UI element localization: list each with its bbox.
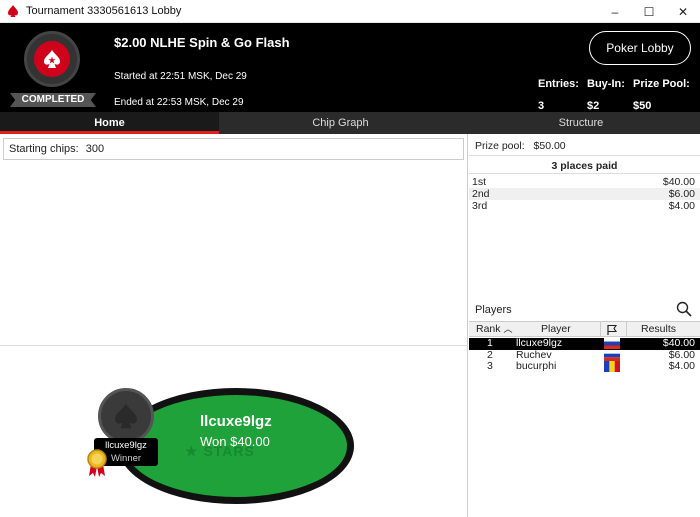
tournament-header: COMPLETED $2.00 NLHE Spin & Go Flash Sta… (0, 23, 700, 112)
rank-column-header[interactable]: Rank ︿ (476, 322, 512, 337)
russia-flag-icon (604, 349, 620, 361)
buyin-stat: Buy-In: $2 (587, 78, 625, 112)
players-label: Players (475, 304, 512, 316)
results-panel: Prize pool: $50.00 3 places paid 1st $40… (469, 134, 700, 517)
search-icon[interactable] (676, 301, 692, 317)
spade-star-icon (34, 41, 70, 77)
player-result: $40.00 (662, 337, 695, 349)
winner-name: llcuxe9lgz (200, 413, 272, 430)
prize-pool-label: Prize Pool: (633, 78, 690, 90)
places-paid: 3 places paid (469, 158, 700, 174)
payout-amount: $4.00 (668, 200, 695, 212)
close-button[interactable]: ✕ (666, 0, 700, 23)
poker-lobby-button[interactable]: Poker Lobby (589, 31, 691, 65)
romania-flag-icon (604, 361, 620, 372)
starting-chips-row: Starting chips: 300 (3, 138, 464, 160)
player-name: bucurphi (516, 360, 557, 372)
russia-flag-icon (604, 338, 620, 349)
player-name: llcuxe9lgz (516, 337, 563, 349)
status-badge: COMPLETED (10, 93, 96, 107)
flag-column-icon[interactable] (606, 324, 618, 336)
sort-ascending-icon: ︿ (503, 324, 513, 334)
payout-row: 1st $40.00 (469, 176, 700, 188)
tab-home[interactable]: Home (0, 112, 219, 134)
end-time: Ended at 22:53 MSK, Dec 29 (114, 97, 244, 108)
player-name: Ruchev (516, 348, 552, 361)
payout-place: 3rd (472, 200, 488, 212)
player-rank: 3 (487, 360, 493, 372)
tab-bar: Home Chip Graph Structure (0, 112, 700, 134)
buyin-label: Buy-In: (587, 78, 625, 90)
final-table-area: ★ STARS llcuxe9lgz Won $40.00 llcuxe9lgz… (0, 346, 468, 517)
column-divider (600, 322, 601, 337)
entries-stat: Entries: 3 (538, 78, 579, 112)
column-divider (626, 322, 627, 337)
winner-amount: Won $40.00 (200, 434, 270, 449)
payout-row: 3rd $4.00 (469, 200, 700, 212)
starting-chips-label: Starting chips: (9, 143, 79, 155)
prize-pool-row-label: Prize pool: (475, 140, 525, 152)
logo-circle (24, 31, 80, 87)
entries-value: 3 (538, 100, 545, 112)
table-row[interactable]: 3 bucurphi $4.00 (469, 361, 700, 373)
payout-amount: $40.00 (662, 176, 695, 188)
tab-chip-graph[interactable]: Chip Graph (219, 112, 462, 134)
buyin-value: $2 (587, 100, 600, 112)
prize-pool-row-value: $50.00 (533, 140, 566, 152)
avatar (98, 388, 154, 444)
prize-pool-row: Prize pool: $50.00 (469, 136, 700, 156)
player-rank: 2 (487, 348, 493, 361)
player-result: $4.00 (668, 360, 695, 372)
prize-pool-stat: Prize Pool: $50 (633, 78, 690, 112)
winner-medal-icon (87, 449, 107, 477)
start-time: Started at 22:51 MSK, Dec 29 (114, 71, 247, 82)
payout-row: 2nd $6.00 (469, 188, 700, 200)
table-row[interactable]: 1 llcuxe9lgz $40.00 (469, 338, 700, 350)
tab-structure[interactable]: Structure (462, 112, 700, 134)
player-rank: 1 (487, 337, 493, 349)
table-row[interactable]: 2 Ruchev $6.00 (469, 348, 700, 362)
payout-amount: $6.00 (668, 188, 695, 200)
starting-chips-value: 300 (85, 143, 105, 155)
results-column-header[interactable]: Results (641, 322, 676, 337)
rank-header-label: Rank (476, 323, 501, 335)
spade-star-icon (115, 403, 137, 429)
player-result: $6.00 (668, 348, 695, 361)
tournament-logo: COMPLETED (10, 29, 96, 109)
prize-pool-value: $50 (633, 100, 652, 112)
window-titlebar: Tournament 3330561613 Lobby – ☐ ✕ (0, 0, 700, 23)
maximize-button[interactable]: ☐ (632, 0, 666, 23)
payout-place: 2nd (472, 188, 490, 200)
players-table-header: Rank ︿ Player Results (469, 321, 700, 337)
player-column-header[interactable]: Player (541, 322, 571, 337)
pokerstars-app-icon (8, 5, 18, 17)
entries-label: Entries: (538, 78, 579, 90)
payout-place: 1st (472, 176, 487, 188)
tournament-name: $2.00 NLHE Spin & Go Flash (114, 35, 290, 50)
window-title: Tournament 3330561613 Lobby (26, 5, 182, 17)
minimize-button[interactable]: – (598, 0, 632, 23)
home-panel: Starting chips: 300 ★ STARS llcuxe9lgz W… (0, 134, 468, 517)
payout-list: 1st $40.00 2nd $6.00 3rd $4.00 (469, 176, 700, 212)
